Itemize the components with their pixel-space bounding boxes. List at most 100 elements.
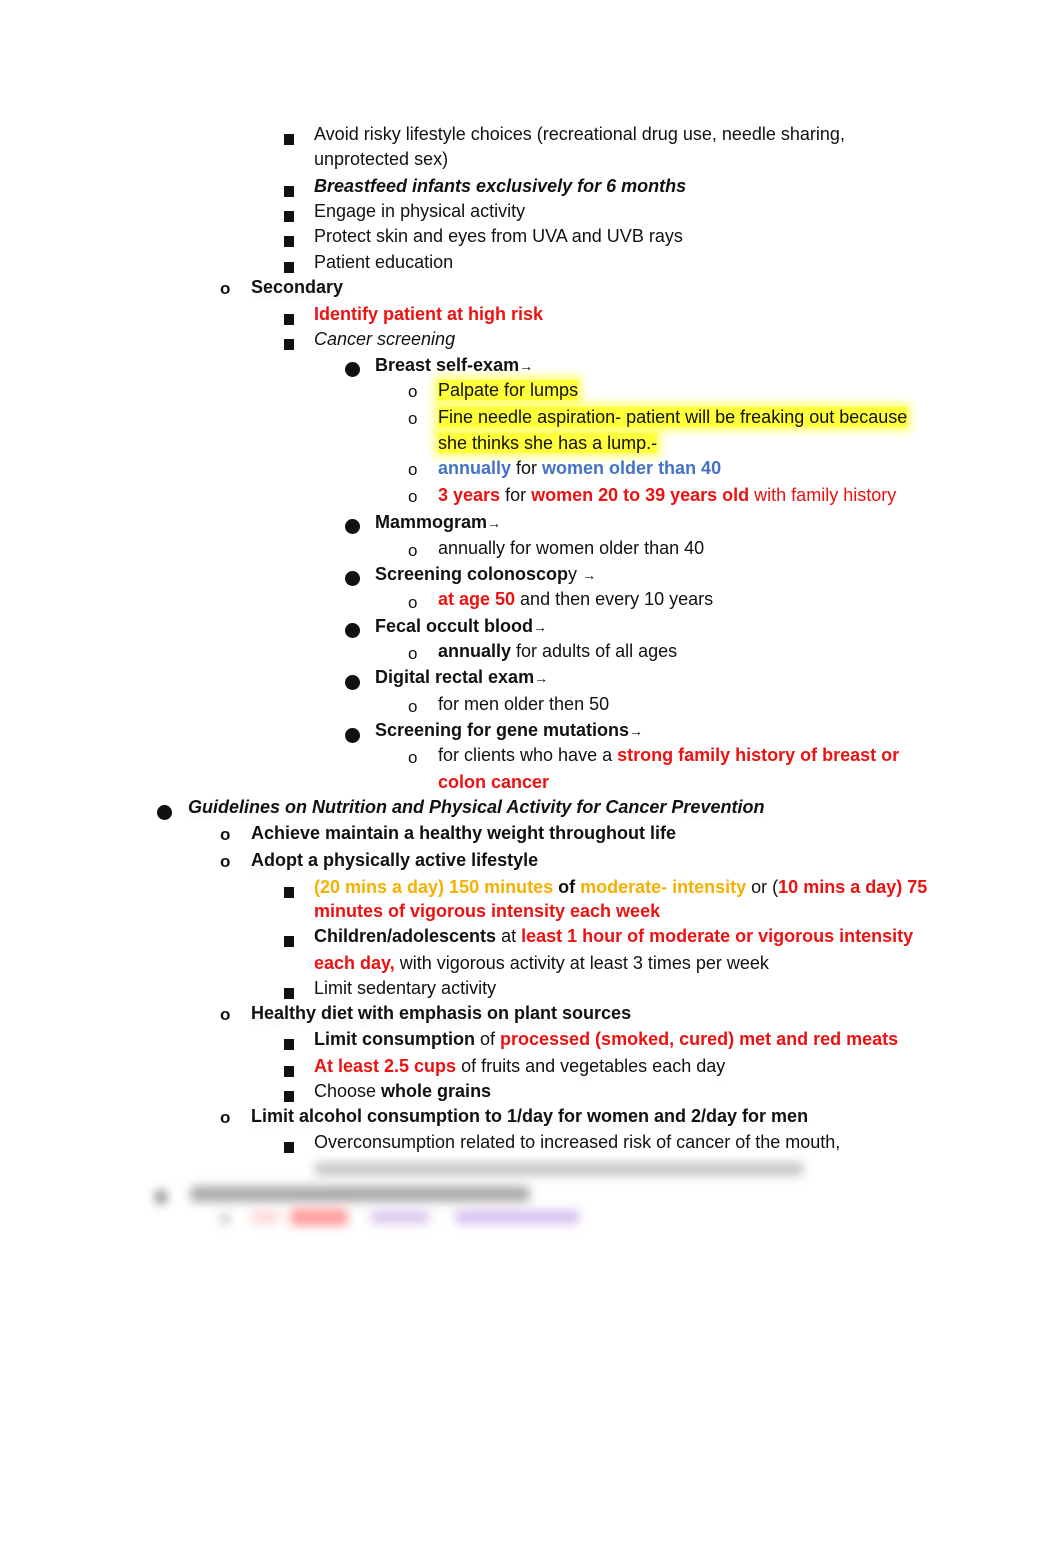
arrow-right-icon: → bbox=[487, 515, 502, 531]
emphasis-text: strong family history of breast or bbox=[617, 745, 900, 765]
circle-bullet-icon: o bbox=[220, 1108, 231, 1127]
screening-item: Screening for gene mutations→ bbox=[375, 719, 643, 742]
list-item: annually for women older than 40 bbox=[438, 457, 721, 479]
list-item-continued: she thinks she has a lump.- bbox=[438, 432, 658, 454]
blurred-bullet bbox=[220, 1214, 230, 1224]
circle-bullet-icon: o bbox=[408, 541, 418, 560]
circle-bullet-icon: o bbox=[408, 644, 418, 663]
list-item: Identify patient at high risk bbox=[314, 304, 544, 324]
plain-text: for bbox=[500, 485, 532, 505]
list-item: Adopt a physically active lifestyle bbox=[251, 850, 539, 870]
list-item: Healthy diet with emphasis on plant sour… bbox=[251, 1003, 632, 1023]
round-bullet-icon bbox=[157, 803, 172, 825]
circle-bullet-icon: o bbox=[408, 382, 418, 401]
emphasis-text: 3 years bbox=[438, 485, 501, 505]
red-text: with family history bbox=[749, 485, 897, 505]
highlighted-text: Palpate for lumps bbox=[438, 380, 579, 400]
list-item: Palpate for lumps bbox=[438, 379, 579, 401]
plain-text: or ( bbox=[746, 877, 779, 897]
list-item: 3 years for women 20 to 39 years old wit… bbox=[438, 484, 896, 506]
list-item: Limit consumption of processed (smoked, … bbox=[314, 1028, 898, 1050]
emphasis-text: least 1 hour of moderate or vigorous int… bbox=[521, 926, 914, 946]
emphasis-text: annually bbox=[438, 458, 512, 478]
emphasis-text: annually bbox=[438, 641, 512, 661]
section-label-secondary: Secondary bbox=[251, 277, 344, 297]
arrow-right-icon: → bbox=[533, 619, 548, 635]
circle-bullet-icon: o bbox=[408, 487, 418, 506]
round-bullet-icon bbox=[345, 726, 360, 748]
square-bullet-icon bbox=[284, 982, 294, 1004]
screening-label: Screening for gene mutations bbox=[375, 720, 630, 740]
blurred-heading-line bbox=[190, 1186, 530, 1202]
list-item: Limit sedentary activity bbox=[314, 978, 497, 998]
plain-text: of bbox=[475, 1029, 501, 1049]
arrow-right-icon: → bbox=[629, 723, 644, 739]
screening-label: Digital rectal exam bbox=[375, 667, 535, 687]
round-bullet-icon bbox=[345, 621, 360, 643]
square-bullet-icon bbox=[284, 230, 294, 252]
circle-bullet-icon: o bbox=[408, 409, 418, 428]
screening-item: Mammogram→ bbox=[375, 511, 501, 534]
screening-label: Mammogram bbox=[375, 512, 488, 532]
screening-item: Digital rectal exam→ bbox=[375, 666, 548, 689]
arrow-right-icon: → bbox=[534, 670, 549, 686]
circle-bullet-icon: o bbox=[220, 1005, 231, 1024]
square-bullet-icon bbox=[284, 205, 294, 227]
round-bullet-icon bbox=[345, 360, 360, 382]
amber-text: (20 mins a day) 150 minutes bbox=[314, 877, 554, 897]
round-bullet-icon bbox=[345, 569, 360, 591]
plain-text: Choose bbox=[314, 1081, 382, 1101]
square-bullet-icon bbox=[284, 128, 294, 150]
screening-label: Fecal occult blood bbox=[375, 616, 534, 636]
plain-text: for clients who have a bbox=[438, 745, 618, 765]
highlighted-text: Fine needle aspiration- patient will be … bbox=[438, 407, 908, 427]
emphasis-text: women 20 to 39 years old bbox=[531, 485, 750, 505]
square-bullet-icon bbox=[284, 1060, 294, 1082]
plain-text: for bbox=[511, 458, 543, 478]
circle-bullet-icon: o bbox=[408, 697, 418, 716]
plain-text: of bbox=[553, 877, 581, 897]
emphasis-text: Children/adolescents bbox=[314, 926, 497, 946]
list-item: Overconsumption related to increased ris… bbox=[314, 1132, 841, 1152]
list-item: annually for women older than 40 bbox=[438, 538, 705, 558]
emphasis-text: 10 mins a day) 75 bbox=[778, 877, 928, 897]
highlighted-text: she thinks she has a lump.- bbox=[438, 433, 658, 453]
round-bullet-icon bbox=[345, 673, 360, 695]
list-item: annually for adults of all ages bbox=[438, 640, 677, 662]
list-item: for clients who have a strong family his… bbox=[438, 744, 899, 766]
emphasis-text: at age 50 bbox=[438, 589, 516, 609]
emphasis-text: Limit consumption bbox=[314, 1029, 475, 1049]
blurred-text-line bbox=[314, 1162, 804, 1176]
square-bullet-icon bbox=[284, 1085, 294, 1107]
list-item-continued: minutes of vigorous intensity each week bbox=[314, 901, 661, 921]
screening-item: Fecal occult blood→ bbox=[375, 615, 547, 638]
list-item: (20 mins a day) 150 minutes of moderate-… bbox=[314, 876, 927, 898]
screening-label-tail: y bbox=[568, 564, 578, 584]
square-bullet-icon bbox=[284, 1033, 294, 1055]
square-bullet-icon bbox=[284, 1136, 294, 1158]
list-item: Limit alcohol consumption to 1/day for w… bbox=[251, 1106, 809, 1126]
blurred-text-line bbox=[250, 1210, 280, 1224]
emphasis-text: whole grains bbox=[381, 1081, 492, 1101]
list-item: Choose whole grains bbox=[314, 1080, 491, 1102]
emphasis-text: each day, bbox=[314, 953, 395, 973]
blurred-red-highlight bbox=[290, 1208, 348, 1226]
emphasis-text: processed (smoked, cured) met and red me… bbox=[500, 1029, 899, 1049]
screening-item: Screening colonoscopy → bbox=[375, 563, 596, 586]
blurred-purple-highlight bbox=[455, 1210, 580, 1224]
list-item: Engage in physical activity bbox=[314, 201, 526, 221]
circle-bullet-icon: o bbox=[408, 748, 418, 767]
list-item: Cancer screening bbox=[314, 329, 456, 349]
section-heading: Guidelines on Nutrition and Physical Act… bbox=[188, 797, 765, 817]
list-item: Patient education bbox=[314, 252, 454, 272]
emphasis-text: At least 2.5 cups bbox=[314, 1056, 457, 1076]
circle-bullet-icon: o bbox=[220, 279, 231, 298]
square-bullet-icon bbox=[284, 180, 294, 202]
list-item: Avoid risky lifestyle choices (recreatio… bbox=[314, 124, 845, 144]
arrow-right-icon: → bbox=[519, 358, 534, 374]
amber-text: moderate- intensity bbox=[580, 877, 747, 897]
screening-label: Screening colonoscop bbox=[375, 564, 569, 584]
list-item-continued: colon cancer bbox=[438, 772, 550, 792]
list-item: for men older then 50 bbox=[438, 694, 610, 714]
circle-bullet-icon: o bbox=[408, 593, 418, 612]
